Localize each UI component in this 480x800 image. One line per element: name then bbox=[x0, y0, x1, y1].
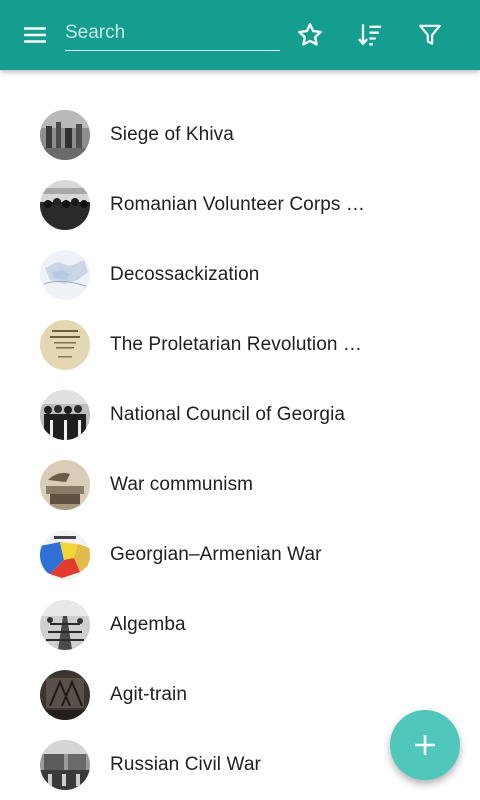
list-item[interactable]: Decossackization bbox=[0, 240, 480, 310]
article-title: Georgian–Armenian War bbox=[110, 544, 322, 565]
article-thumbnail bbox=[40, 250, 90, 300]
menu-button[interactable] bbox=[11, 11, 59, 59]
article-thumbnail bbox=[40, 530, 90, 580]
article-title: Algemba bbox=[110, 614, 186, 635]
article-thumbnail bbox=[40, 180, 90, 230]
article-title: War communism bbox=[110, 474, 254, 495]
article-title: National Council of Georgia bbox=[110, 404, 346, 425]
article-title: Decossackization bbox=[110, 264, 260, 285]
search-field bbox=[65, 12, 280, 51]
list-item[interactable]: National Council of Georgia bbox=[0, 380, 480, 450]
favorites-button[interactable] bbox=[286, 11, 334, 59]
filter-icon bbox=[419, 24, 441, 45]
article-title: Agit-train bbox=[110, 684, 188, 705]
article-title: Russian Civil War bbox=[110, 754, 261, 775]
list-item[interactable]: Romanian Volunteer Corps … bbox=[0, 170, 480, 240]
article-thumbnail bbox=[40, 740, 90, 790]
article-thumbnail bbox=[40, 110, 90, 160]
menu-icon bbox=[24, 27, 46, 43]
sort-button[interactable] bbox=[346, 11, 394, 59]
article-thumbnail bbox=[40, 670, 90, 720]
article-thumbnail bbox=[40, 600, 90, 650]
article-thumbnail bbox=[40, 320, 90, 370]
list-item[interactable]: War communism bbox=[0, 450, 480, 520]
list-item[interactable]: Siege of Khiva bbox=[0, 100, 480, 170]
search-input[interactable] bbox=[65, 12, 280, 50]
filter-button[interactable] bbox=[406, 11, 454, 59]
list-item[interactable]: The Proletarian Revolution … bbox=[0, 310, 480, 380]
list-item[interactable]: Algemba bbox=[0, 590, 480, 660]
article-title: Romanian Volunteer Corps … bbox=[110, 194, 366, 215]
article-title: The Proletarian Revolution … bbox=[110, 334, 363, 355]
star-outline-icon bbox=[298, 23, 322, 46]
article-thumbnail bbox=[40, 460, 90, 510]
sort-icon bbox=[358, 24, 382, 46]
article-title: Siege of Khiva bbox=[110, 124, 234, 145]
top-app-bar bbox=[0, 0, 480, 70]
plus-icon bbox=[415, 735, 435, 755]
list-item[interactable]: Georgian–Armenian War bbox=[0, 520, 480, 590]
add-fab-button[interactable] bbox=[390, 710, 460, 780]
article-list: Siege of Khiva Romanian Volunteer Corps … bbox=[0, 100, 480, 800]
app-screen: Siege of Khiva Romanian Volunteer Corps … bbox=[0, 0, 480, 800]
article-thumbnail bbox=[40, 390, 90, 440]
